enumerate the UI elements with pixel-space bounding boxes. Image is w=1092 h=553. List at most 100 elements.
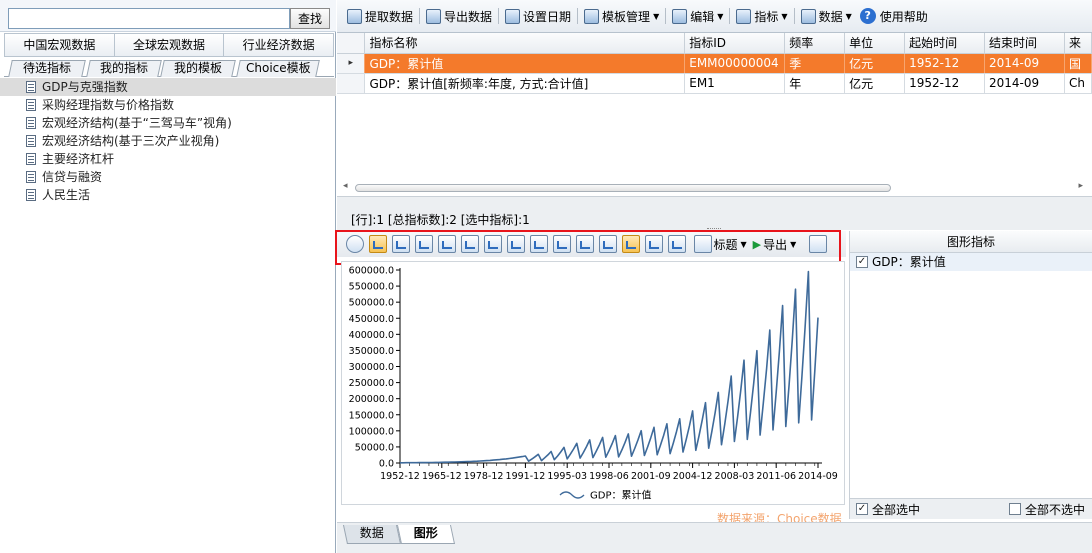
data-label-icon[interactable] [598, 235, 617, 253]
row-marker[interactable] [337, 73, 366, 94]
x-tick-label: 2008-03 [715, 471, 755, 482]
extract-data-label: 提取数据 [365, 9, 414, 24]
table-cell[interactable]: 1952-12 [904, 53, 986, 74]
y-tick-label: 150000.0 [349, 410, 394, 421]
tree-item[interactable]: 信贷与融资 [0, 168, 336, 186]
search-button[interactable]: 查找 [290, 8, 330, 29]
column-header[interactable]: 单位 [844, 33, 906, 54]
chart-toolbar: 标题 ▼ ▶ 导出 ▼ [337, 231, 846, 257]
tab-my-templates[interactable]: 我的模板 [160, 60, 236, 77]
export-data-icon [426, 8, 442, 24]
indicator-button[interactable]: 指标 ▼ [732, 5, 791, 27]
toolbar-divider [419, 8, 421, 24]
export-data-button[interactable]: 导出数据 [422, 5, 496, 27]
edit-icon [672, 8, 688, 24]
chart-title-button[interactable]: 标题 ▼ [691, 235, 747, 253]
search-row: 查找 [0, 0, 336, 32]
tab-choice-templates[interactable]: Choice模板 [236, 60, 320, 77]
tab-data-view[interactable]: 数据 [342, 525, 402, 544]
tree-item[interactable]: 人民生活 [0, 186, 336, 204]
line-chart-icon[interactable] [368, 235, 387, 253]
table-cell[interactable]: 国 [1064, 53, 1092, 74]
table-cell[interactable]: EMM00000004 [684, 53, 786, 74]
stacked-bar-icon[interactable] [414, 235, 433, 253]
x-tick-label: 1998-06 [589, 471, 629, 482]
scroll-left-icon[interactable]: ◂ [343, 181, 348, 191]
resize-icon[interactable] [552, 235, 571, 253]
fullscreen-icon[interactable] [809, 235, 828, 253]
legend-icon[interactable] [621, 235, 640, 253]
set-date-button[interactable]: 设置日期 [501, 5, 575, 27]
checkbox-unchecked-icon[interactable] [1008, 503, 1021, 515]
tab-chart-view[interactable]: 图形 [396, 525, 456, 544]
column-header[interactable]: 指标ID [684, 33, 786, 54]
table-cell[interactable]: 季 [784, 53, 846, 74]
help-button[interactable]: ? 使用帮助 [856, 5, 932, 27]
scrollbar-thumb[interactable] [355, 184, 891, 192]
extract-data-button[interactable]: 提取数据 [343, 5, 417, 27]
table-icon[interactable] [667, 235, 686, 253]
bar-chart-icon[interactable] [391, 235, 410, 253]
y-tick-label: 100000.0 [349, 426, 394, 437]
checkbox-checked-icon[interactable]: ✓ [856, 256, 868, 268]
scroll-right-icon[interactable]: ▸ [1078, 181, 1083, 191]
chart-indicator-item[interactable]: ✓ GDP：累计值 [850, 253, 1092, 271]
view-tabs: 数据 图形 [337, 522, 1092, 553]
data-menu-button[interactable]: 数据 ▼ [797, 5, 856, 27]
template-manage-button[interactable]: 模板管理 ▼ [580, 5, 663, 27]
table-cell[interactable]: 亿元 [844, 53, 906, 74]
select-all-option[interactable]: ✓ 全部选中 [856, 501, 920, 518]
table-cell[interactable]: GDP：累计值[新频率:年度, 方式:合计值] [364, 73, 686, 94]
chevron-down-icon: ▼ [717, 11, 724, 21]
legend-swatch [559, 491, 585, 499]
tag-icon[interactable] [575, 235, 594, 253]
tab-industry-economy[interactable]: 行业经济数据 [223, 33, 335, 57]
tree-item[interactable]: 主要经济杠杆 [0, 150, 336, 168]
horizontal-scrollbar[interactable]: ◂ ▸ [341, 181, 1085, 195]
tree-item[interactable]: 宏观经济结构(基于三次产业视角) [0, 132, 336, 150]
chart-indicator-footer: ✓ 全部选中 全部不选中 [850, 498, 1092, 519]
table-cell[interactable]: Ch [1064, 73, 1092, 94]
tree-item[interactable]: GDP与克强指数 [0, 78, 336, 96]
tab-candidate-indicators[interactable]: 待选指标 [8, 60, 86, 77]
tree-item[interactable]: 采购经理指数与价格指数 [0, 96, 336, 114]
row-marker[interactable]: ▸ [337, 53, 366, 74]
deselect-all-option[interactable]: 全部不选中 [1008, 501, 1085, 518]
column-header[interactable]: 频率 [784, 33, 846, 54]
horizontal-bar-icon[interactable] [437, 235, 456, 253]
table-cell[interactable]: 年 [784, 73, 846, 94]
toolbar-divider [498, 8, 500, 24]
x-tick-label: 2004-12 [673, 471, 713, 482]
table-cell[interactable]: 亿元 [844, 73, 906, 94]
edit-button[interactable]: 编辑 ▼ [668, 5, 727, 27]
column-header[interactable]: 起始时间 [904, 33, 986, 54]
tab-my-indicators[interactable]: 我的指标 [86, 60, 162, 77]
tab-china-macro[interactable]: 中国宏观数据 [4, 33, 114, 57]
chart-title-label: 标题 [713, 237, 738, 252]
y-tick-label: 450000.0 [349, 314, 394, 325]
refresh-icon[interactable] [345, 235, 364, 253]
tab-global-macro[interactable]: 全球宏观数据 [113, 33, 224, 57]
table-cell[interactable]: 1952-12 [904, 73, 986, 94]
scatter-chart-icon[interactable] [460, 235, 479, 253]
splitter-handle[interactable] [707, 228, 721, 230]
grid-icon[interactable] [529, 235, 548, 253]
table-cell[interactable]: 2014-09 [984, 73, 1065, 94]
table-cell[interactable]: EM1 [684, 73, 786, 94]
table-cell[interactable]: GDP：累计值 [364, 53, 686, 74]
table-row[interactable]: ▸ GDP：累计值 EMM00000004 季亿元 1952-12 2014-09 国 [337, 53, 1092, 74]
table-row[interactable]: GDP：累计值[新频率:年度, 方式:合计值] EM1 年亿元 1952-12 2014… [337, 73, 1092, 94]
axis-icon[interactable] [506, 235, 525, 253]
search-input[interactable] [8, 8, 290, 29]
area-chart-icon[interactable] [483, 235, 502, 253]
checkbox-checked-icon[interactable]: ✓ [856, 503, 868, 515]
tree-item[interactable]: 宏观经济结构(基于“三驾马车”视角) [0, 114, 336, 132]
column-header[interactable]: 指标名称 [364, 33, 686, 54]
x-tick-label: 2001-09 [631, 471, 671, 482]
y-tick-label: 500000.0 [349, 298, 394, 309]
chart-export-button[interactable]: ▶ 导出 ▼ [753, 236, 797, 253]
list-icon[interactable] [644, 235, 663, 253]
column-header[interactable]: 结束时间 [984, 33, 1065, 54]
table-cell[interactable]: 2014-09 [984, 53, 1065, 74]
column-header[interactable]: 来 [1064, 33, 1092, 54]
